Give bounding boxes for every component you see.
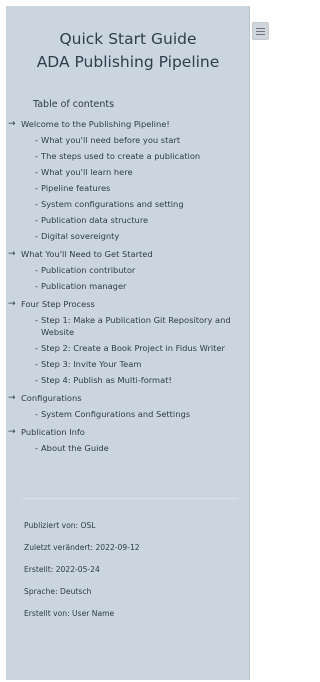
- divider: [22, 498, 238, 499]
- toc-heading: Table of contents: [33, 99, 115, 110]
- toc-item-link[interactable]: - Publication contributor: [6, 264, 250, 276]
- toc-item-link[interactable]: - System Configurations and Settings: [6, 408, 250, 420]
- toc-item-link[interactable]: - What you'll need before you start: [6, 134, 250, 146]
- toc-section-label: Publication Info: [21, 427, 85, 437]
- toc-section-link[interactable]: → Configurations: [6, 392, 250, 404]
- guide-title: Quick Start Guide ADA Publishing Pipelin…: [6, 28, 250, 73]
- arrow-right-icon: →: [8, 299, 16, 309]
- hamburger-menu-icon: [256, 27, 265, 29]
- toc-item-label: Publication data structure: [41, 215, 149, 225]
- toc-item-link[interactable]: - Digital sovereignty: [6, 230, 250, 242]
- meta-published-by: Publiziert von: OSL: [24, 521, 96, 530]
- arrow-right-icon: →: [8, 249, 16, 259]
- arrow-right-icon: →: [8, 393, 16, 403]
- toc-section: → What You'll Need to Get Started - Publica…: [6, 248, 250, 292]
- toc-item-label: Publication contributor: [41, 265, 136, 275]
- toc-section-link[interactable]: → Publication Info: [6, 426, 250, 438]
- toc-section: → Four Step Process - Step 1: Make a Public…: [6, 298, 250, 386]
- toc-item-link[interactable]: - The steps used to create a publication: [6, 150, 250, 162]
- toc-item-label: What you'll need before you start: [41, 135, 181, 145]
- toc-section-label: Four Step Process: [21, 299, 95, 309]
- toc-sidebar: Quick Start Guide ADA Publishing Pipelin…: [6, 6, 250, 680]
- toc-item-label: Digital sovereignty: [41, 231, 120, 241]
- arrow-right-icon: →: [8, 427, 16, 437]
- toc-item-label: System configurations and setting: [41, 199, 184, 209]
- publication-meta: Publiziert von: OSL Zuletzt verändert: 2…: [24, 520, 234, 630]
- toc-item-link[interactable]: - About the Guide: [6, 442, 250, 454]
- sidebar-toggle-button[interactable]: [252, 22, 269, 40]
- toc-item-link[interactable]: - System configurations and setting: [6, 198, 250, 210]
- meta-last-modified: Zuletzt verändert: 2022-09-12: [24, 543, 140, 552]
- toc-section: → Publication Info - About the Guide: [6, 426, 250, 454]
- toc-item-link[interactable]: - What you'll learn here: [6, 166, 250, 178]
- toc-item-label: Pipeline features: [41, 183, 111, 193]
- toc-item-link[interactable]: - Publication data structure: [6, 214, 250, 226]
- toc-item-label: About the Guide: [41, 443, 109, 453]
- guide-title-line1: Quick Start Guide: [59, 30, 197, 48]
- toc-item-label: Step 2: Create a Book Project in Fidus W…: [41, 343, 225, 353]
- table-of-contents: → Welcome to the Publishing Pipeline! - Wha…: [6, 118, 250, 460]
- toc-item-link[interactable]: - Publication manager: [6, 280, 250, 292]
- toc-section: → Welcome to the Publishing Pipeline! - Wha…: [6, 118, 250, 242]
- toc-item-label: The steps used to create a publication: [41, 151, 201, 161]
- meta-created: Erstellt: 2022-05-24: [24, 565, 100, 574]
- toc-section-link[interactable]: → What You'll Need to Get Started: [6, 248, 250, 260]
- toc-section-label: What You'll Need to Get Started: [21, 249, 153, 259]
- toc-item-label: System Configurations and Settings: [41, 409, 191, 419]
- toc-section-link[interactable]: → Welcome to the Publishing Pipeline!: [6, 118, 250, 130]
- meta-language: Sprache: Deutsch: [24, 587, 92, 596]
- guide-title-line2: ADA Publishing Pipeline: [36, 53, 220, 71]
- toc-item-label: Step 1: Make a Publication Git Repositor…: [41, 315, 231, 337]
- toc-item-link[interactable]: - Step 1: Make a Publication Git Reposito…: [6, 314, 250, 338]
- toc-item-link[interactable]: - Step 4: Publish as Multi-format!: [6, 374, 250, 386]
- arrow-right-icon: →: [8, 119, 16, 129]
- toc-item-label: What you'll learn here: [41, 167, 133, 177]
- toc-item-label: Step 4: Publish as Multi-format!: [41, 375, 172, 385]
- toc-section-label: Configurations: [21, 393, 82, 403]
- toc-section-link[interactable]: → Four Step Process: [6, 298, 250, 310]
- toc-item-label: Publication manager: [41, 281, 127, 291]
- toc-section: → Configurations - System Configurations an…: [6, 392, 250, 420]
- meta-created-by: Erstellt von: User Name: [24, 609, 115, 618]
- toc-section-label: Welcome to the Publishing Pipeline!: [21, 119, 170, 129]
- toc-item-link[interactable]: - Pipeline features: [6, 182, 250, 194]
- toc-item-link[interactable]: - Step 2: Create a Book Project in Fidus …: [6, 342, 250, 354]
- toc-item-link[interactable]: - Step 3: Invite Your Team: [6, 358, 250, 370]
- toc-item-label: Step 3: Invite Your Team: [41, 359, 142, 369]
